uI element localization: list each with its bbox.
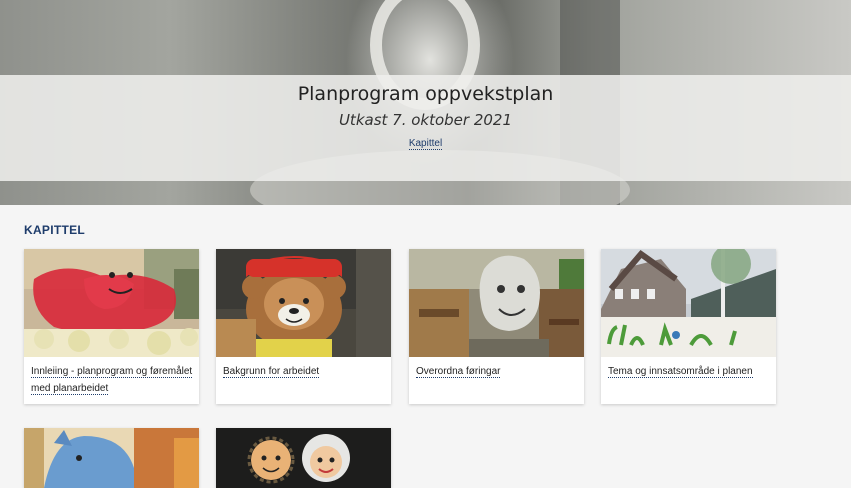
page-title: Planprogram oppvekstplan — [297, 83, 554, 105]
page-subtitle: Utkast 7. oktober 2021 — [338, 111, 513, 129]
chapter-card-tema[interactable]: Tema og innsatsområde i planen — [601, 249, 776, 404]
kapittel-link[interactable]: Kapittel — [408, 138, 443, 150]
chapter-image — [24, 428, 199, 488]
chapter-card-partial-2[interactable] — [216, 428, 391, 488]
chapter-card-label[interactable]: Innleiing - planprogram og føremålet med… — [31, 363, 193, 397]
hero-banner: Planprogram oppvekstplan Utkast 7. oktob… — [0, 0, 851, 205]
chapter-card-bakgrunn[interactable]: Bakgrunn for arbeidet — [216, 249, 391, 404]
chapter-card-label[interactable]: Tema og innsatsområde i planen — [608, 363, 770, 380]
chapter-image — [409, 249, 584, 357]
chapter-image — [216, 249, 391, 357]
chapter-card-partial-1[interactable] — [24, 428, 199, 488]
chapter-card-overordna[interactable]: Overordna føringar — [409, 249, 584, 404]
hero-panel: Planprogram oppvekstplan Utkast 7. oktob… — [0, 75, 851, 181]
chapter-image — [601, 249, 776, 357]
chapter-card-label[interactable]: Bakgrunn for arbeidet — [223, 363, 385, 380]
kapittel-link-wrapper: Kapittel — [0, 138, 851, 150]
section-title: KAPITTEL — [24, 223, 86, 237]
chapter-card-label[interactable]: Overordna føringar — [416, 363, 578, 380]
chapter-image — [216, 428, 391, 488]
chapter-card-innleiing[interactable]: Innleiing - planprogram og føremålet med… — [24, 249, 199, 404]
chapter-image — [24, 249, 199, 357]
